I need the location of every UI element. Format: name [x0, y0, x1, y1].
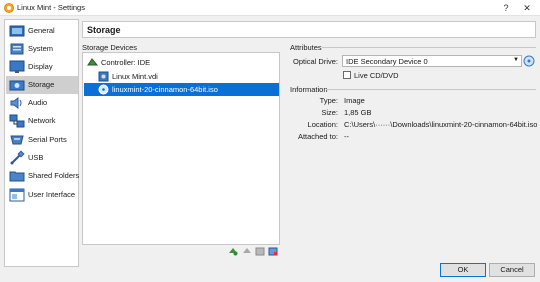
sidebar-item-label: Serial Ports: [28, 135, 67, 144]
sidebar-item-label: Audio: [28, 98, 48, 107]
sidebar-item-label: Storage: [28, 80, 55, 89]
chevron-down-icon: ▼: [513, 57, 519, 63]
page-title-box: Storage: [82, 21, 536, 38]
window-title: Linux Mint - Settings: [17, 3, 85, 12]
sidebar-item-label: User Interface: [28, 190, 76, 199]
title-bar: Linux Mint - Settings ? ✕: [0, 0, 540, 16]
remove-attachment-icon[interactable]: [268, 246, 278, 256]
audio-icon: [10, 97, 22, 109]
sidebar-item-label: System: [28, 44, 54, 53]
add-controller-icon[interactable]: [228, 246, 238, 256]
optical-drive-value: IDE Secondary Device 0: [346, 57, 428, 66]
sidebar-item-label: Network: [28, 116, 56, 125]
ide-controller-icon: [87, 58, 98, 66]
controller-label: Controller: IDE: [101, 58, 151, 67]
live-cd-checkbox[interactable]: [343, 71, 351, 79]
choose-disk-icon[interactable]: [523, 55, 535, 67]
sidebar-item-usb[interactable]: USB: [6, 149, 78, 167]
close-button[interactable]: ✕: [517, 1, 537, 15]
tree-item-controller[interactable]: Controller: IDE: [84, 56, 279, 69]
sidebar-item-system[interactable]: System: [6, 40, 78, 58]
help-button[interactable]: ?: [496, 1, 516, 15]
remove-controller-icon[interactable]: [242, 246, 252, 256]
storage-devices-heading: Storage Devices: [82, 43, 138, 52]
shared-folders-icon: [9, 171, 25, 182]
sidebar-item-label: General: [28, 26, 55, 35]
attributes-divider: [322, 47, 536, 48]
sidebar-item-network[interactable]: Network: [6, 112, 78, 130]
sidebar-item-label: Shared Folders: [28, 171, 80, 180]
information-divider: [326, 89, 536, 90]
optical-disc-icon: [98, 84, 109, 95]
location-value: C:\Users\······\Downloads\linuxmint-20-c…: [344, 120, 538, 129]
size-label: Size:: [321, 108, 338, 117]
live-cd-label: Live CD/DVD: [354, 71, 399, 80]
settings-sidebar: General System Display Storage Audio Net…: [4, 19, 79, 267]
sidebar-item-shared-folders[interactable]: Shared Folders: [6, 167, 80, 185]
size-value: 1,85 GB: [344, 108, 372, 117]
ok-button[interactable]: OK: [440, 263, 486, 277]
page-title: Storage: [87, 25, 121, 35]
type-label: Type:: [319, 96, 338, 105]
storage-icon: [9, 80, 25, 91]
serial-ports-icon: [10, 135, 24, 145]
optical-label: linuxmint-20-cinnamon-64bit.iso: [112, 85, 218, 94]
attached-to-label: Attached to:: [297, 132, 338, 141]
optical-drive-select[interactable]: IDE Secondary Device 0 ▼: [342, 55, 522, 67]
virtualbox-app-icon: [4, 3, 14, 13]
sidebar-item-display[interactable]: Display: [6, 58, 78, 76]
cancel-button[interactable]: Cancel: [489, 263, 535, 277]
user-interface-icon: [9, 188, 25, 202]
sidebar-item-general[interactable]: General: [6, 22, 78, 40]
tree-item-disk[interactable]: Linux Mint.vdi: [84, 70, 279, 83]
attached-to-value: --: [344, 132, 349, 141]
add-attachment-icon[interactable]: [255, 246, 265, 256]
information-heading: Information: [290, 85, 328, 94]
sidebar-item-label: Display: [28, 62, 53, 71]
network-icon: [9, 114, 25, 128]
hard-disk-icon: [98, 71, 109, 82]
sidebar-item-user-interface[interactable]: User Interface: [6, 186, 78, 204]
sidebar-item-label: USB: [28, 153, 44, 162]
type-value: Image: [344, 96, 365, 105]
general-icon: [9, 25, 25, 37]
optical-drive-label: Optical Drive:: [292, 57, 338, 66]
location-label: Location:: [307, 120, 338, 129]
sidebar-item-serial-ports[interactable]: Serial Ports: [6, 131, 78, 149]
display-icon: [9, 60, 25, 73]
sidebar-item-audio[interactable]: Audio: [6, 94, 78, 112]
storage-tree[interactable]: Controller: IDE Linux Mint.vdi linuxmint…: [82, 52, 280, 245]
tree-item-optical[interactable]: linuxmint-20-cinnamon-64bit.iso: [84, 83, 279, 96]
attributes-heading: Attributes: [290, 43, 322, 52]
system-icon: [10, 43, 24, 55]
sidebar-item-storage[interactable]: Storage: [6, 76, 78, 94]
disk-label: Linux Mint.vdi: [112, 72, 158, 81]
usb-icon: [10, 150, 25, 165]
